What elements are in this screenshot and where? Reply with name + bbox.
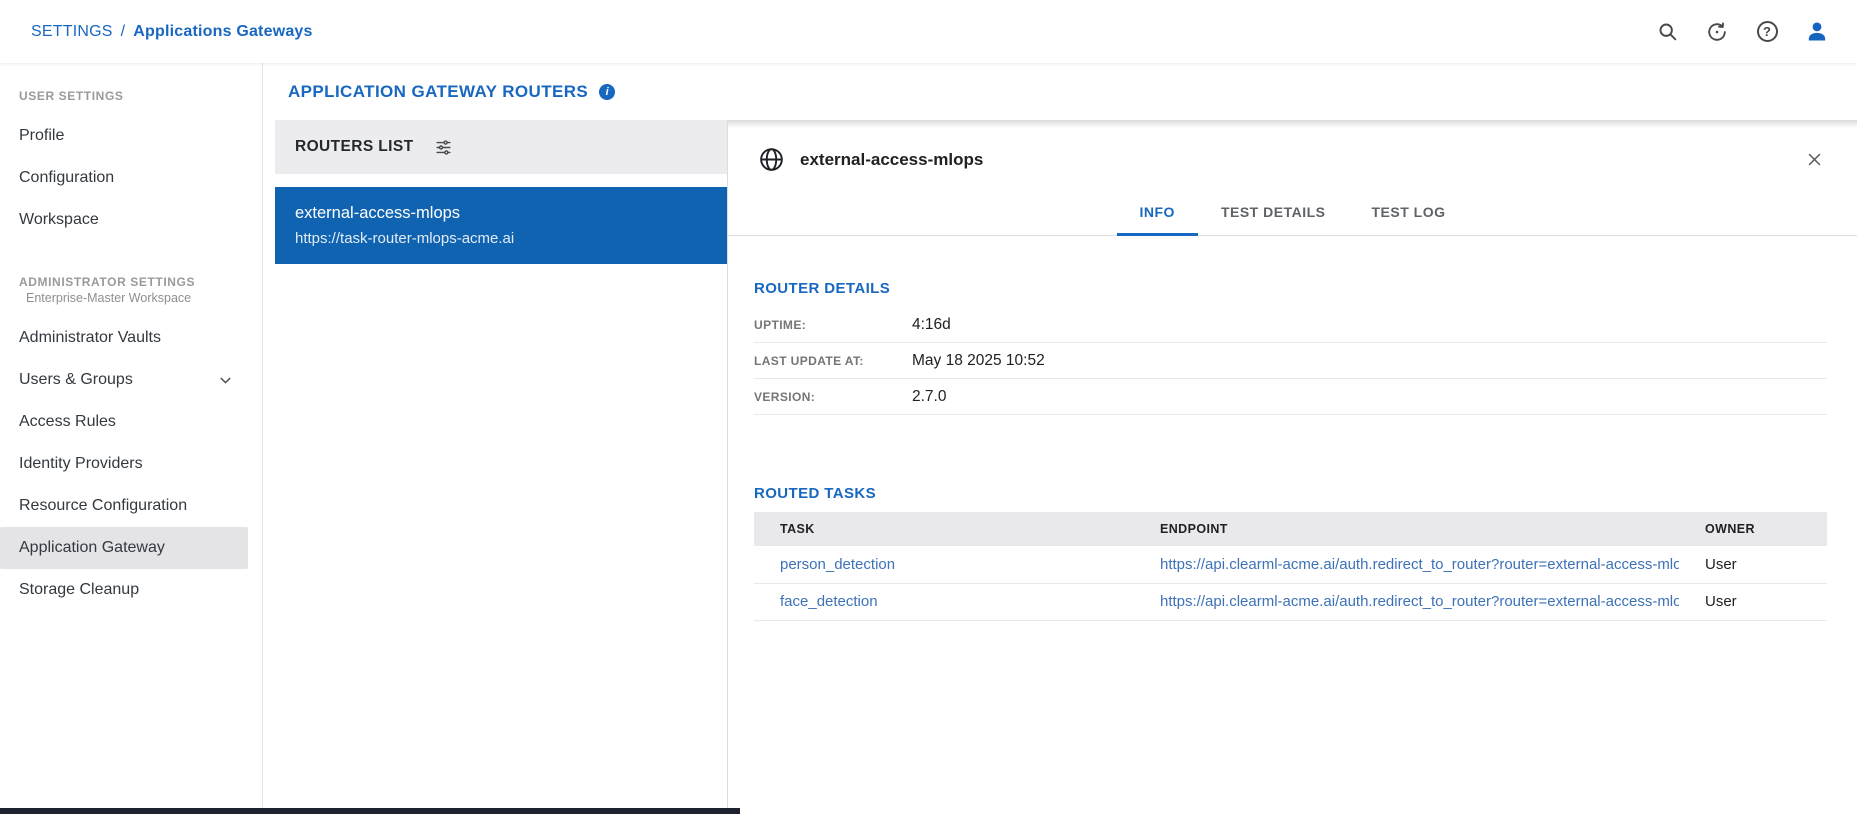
page-title-row: APPLICATION GATEWAY ROUTERS i (263, 63, 1857, 120)
detail-row-uptime: UPTIME: 4:16d (754, 307, 1827, 343)
breadcrumb-settings[interactable]: SETTINGS (31, 23, 113, 41)
routers-list-panel: ROUTERS LIST external-access-mlops https… (275, 120, 727, 814)
router-name: external-access-mlops (295, 204, 707, 223)
tab-info[interactable]: INFO (1117, 189, 1198, 236)
table-header-row: TASK ENDPOINT OWNER (754, 512, 1827, 546)
workspace-name-label: Enterprise-Master Workspace (26, 291, 262, 305)
top-header: SETTINGS / Applications Gateways ? (0, 0, 1857, 63)
detail-row-value: 4:16d (912, 316, 951, 334)
routers-list-title: ROUTERS LIST (295, 138, 413, 156)
sidebar-item-configuration[interactable]: Configuration (0, 157, 248, 199)
routers-list-header: ROUTERS LIST (275, 120, 727, 174)
avatar[interactable] (1805, 20, 1829, 44)
detail-title: external-access-mlops (800, 150, 983, 170)
sidebar-item-identity-providers[interactable]: Identity Providers (0, 443, 248, 485)
detail-row-label: UPTIME: (754, 318, 912, 332)
table-row: person_detection https://api.clearml-acm… (754, 546, 1827, 583)
router-list-item[interactable]: external-access-mlops https://task-route… (275, 187, 727, 264)
sidebar-section-gap (0, 241, 262, 275)
router-detail-panel: external-access-mlops INFO TEST DETAILS … (727, 120, 1857, 814)
column-header-task: TASK (754, 512, 1134, 546)
tab-test-details[interactable]: TEST DETAILS (1198, 189, 1349, 236)
breadcrumb: SETTINGS / Applications Gateways (31, 23, 313, 41)
task-link[interactable]: person_detection (780, 556, 895, 573)
panels-row: ROUTERS LIST external-access-mlops https… (263, 120, 1857, 814)
close-icon[interactable] (1802, 147, 1827, 172)
router-url: https://task-router-mlops-acme.ai (295, 230, 707, 247)
whats-new-icon[interactable] (1705, 20, 1729, 44)
detail-body: ROUTER DETAILS UPTIME: 4:16d LAST UPDATE… (728, 236, 1857, 621)
detail-row-version: VERSION: 2.7.0 (754, 379, 1827, 415)
detail-header: external-access-mlops (728, 120, 1857, 173)
task-link[interactable]: face_detection (780, 593, 878, 610)
sidebar-item-storage-cleanup[interactable]: Storage Cleanup (0, 569, 248, 611)
owner-value: User (1679, 546, 1827, 583)
routed-tasks-table: TASK ENDPOINT OWNER person_detection htt… (754, 512, 1827, 621)
sidebar-item-application-gateway[interactable]: Application Gateway (0, 527, 248, 569)
page-title: APPLICATION GATEWAY ROUTERS (288, 82, 588, 102)
search-icon[interactable] (1655, 20, 1679, 44)
column-header-endpoint: ENDPOINT (1134, 512, 1679, 546)
header-icons: ? (1655, 20, 1829, 44)
chevron-down-icon (217, 372, 234, 389)
help-glyph: ? (1757, 21, 1778, 42)
detail-row-value: 2.7.0 (912, 388, 946, 406)
info-icon[interactable]: i (599, 84, 615, 100)
table-row: face_detection https://api.clearml-acme.… (754, 583, 1827, 620)
settings-sidebar: USER SETTINGS Profile Configuration Work… (0, 63, 263, 814)
tab-test-log[interactable]: TEST LOG (1348, 189, 1468, 236)
content-row: USER SETTINGS Profile Configuration Work… (0, 63, 1857, 814)
help-icon[interactable]: ? (1755, 20, 1779, 44)
router-details-heading: ROUTER DETAILS (754, 280, 1827, 297)
breadcrumb-current: Applications Gateways (133, 23, 312, 41)
globe-icon (758, 146, 785, 173)
sidebar-item-access-rules[interactable]: Access Rules (0, 401, 248, 443)
endpoint-link[interactable]: https://api.clearml-acme.ai/auth.redirec… (1160, 593, 1679, 610)
user-settings-label: USER SETTINGS (19, 89, 262, 103)
sidebar-item-label: Users & Groups (19, 371, 133, 389)
app-window: SETTINGS / Applications Gateways ? (0, 0, 1857, 814)
detail-row-label: VERSION: (754, 390, 912, 404)
column-header-owner: OWNER (1679, 512, 1827, 546)
routed-tasks-heading: ROUTED TASKS (754, 485, 1827, 502)
sidebar-item-resource-configuration[interactable]: Resource Configuration (0, 485, 248, 527)
sidebar-item-profile[interactable]: Profile (0, 115, 248, 157)
breadcrumb-separator: / (121, 23, 126, 41)
sidebar-item-workspace[interactable]: Workspace (0, 199, 248, 241)
detail-row-label: LAST UPDATE AT: (754, 354, 912, 368)
sidebar-item-users-groups[interactable]: Users & Groups (0, 359, 248, 401)
endpoint-link[interactable]: https://api.clearml-acme.ai/auth.redirec… (1160, 556, 1679, 573)
filter-icon[interactable] (435, 139, 452, 156)
detail-row-last-update: LAST UPDATE AT: May 18 2025 10:52 (754, 343, 1827, 379)
detail-row-value: May 18 2025 10:52 (912, 352, 1045, 370)
main-area: APPLICATION GATEWAY ROUTERS i ROUTERS LI… (263, 63, 1857, 814)
administrator-settings-label: ADMINISTRATOR SETTINGS (19, 275, 262, 289)
sidebar-item-administrator-vaults[interactable]: Administrator Vaults (0, 317, 248, 359)
detail-tabs: INFO TEST DETAILS TEST LOG (728, 189, 1857, 236)
bottom-strip (0, 808, 740, 814)
owner-value: User (1679, 583, 1827, 620)
